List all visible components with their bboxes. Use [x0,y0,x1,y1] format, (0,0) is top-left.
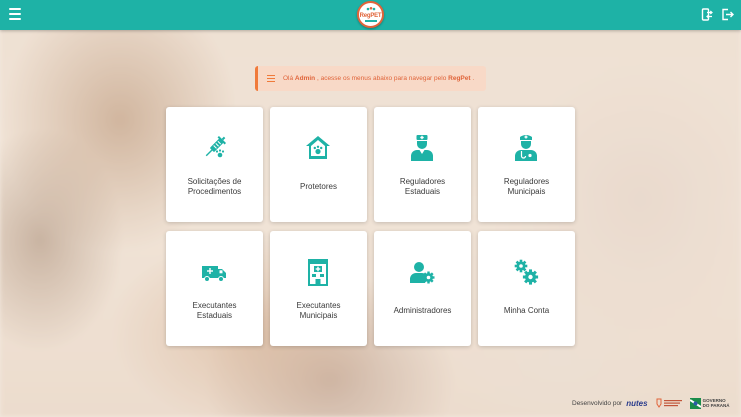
card-label: Protetores [300,182,337,191]
card-label: Reguladores Estaduais [399,177,446,196]
card-label: Executantes Municipais [296,301,341,320]
user-gear-icon [407,257,437,287]
user-name: Admin [294,75,316,82]
parana-flag-icon [689,397,701,409]
clinic-building-icon [303,257,333,287]
card-solicitacoes[interactable]: Solicitações de Procedimentos [166,107,263,222]
logout-icon[interactable] [721,8,734,21]
top-bar: RegPET [0,0,741,30]
pet-house-icon [303,133,333,163]
hamburger-icon[interactable] [9,8,21,20]
card-executantes-municipais[interactable]: Executantes Municipais [270,231,367,346]
card-label: Executantes Estaduais [192,301,237,320]
card-executantes-estaduais[interactable]: Executantes Estaduais [166,231,263,346]
background-veil [0,0,741,417]
card-label: Solicitações de Procedimentos [187,177,242,196]
nutes-logo[interactable]: nutes [626,399,647,408]
card-label: Minha Conta [503,306,550,315]
card-minha-conta[interactable]: Minha Conta [478,231,575,346]
regpet-logo[interactable]: RegPET [357,1,384,28]
app-name: RegPet [448,75,471,82]
list-icon [267,75,275,82]
logo-underline [364,20,377,22]
doctor-icon [407,133,437,163]
developed-by-label: Desenvolvido por [572,399,623,407]
card-reguladores-estaduais[interactable]: Reguladores Estaduais [374,107,471,222]
ambulance-icon [199,257,229,287]
card-label: Administradores [393,306,452,315]
gears-icon [511,257,541,287]
swap-profile-icon[interactable] [701,8,714,21]
card-administradores[interactable]: Administradores [374,231,471,346]
governo-parana-logo[interactable]: GOVERNO DO PARANÁ [689,397,730,409]
welcome-message: Olá Admin , acesse os menus abaixo para … [283,75,475,82]
card-label: Reguladores Municipais [503,177,550,196]
card-protetores[interactable]: Protetores [270,107,367,222]
syringe-paw-icon [199,133,229,163]
card-reguladores-municipais[interactable]: Reguladores Municipais [478,107,575,222]
secretaria-logo[interactable] [654,398,684,408]
welcome-alert: Olá Admin , acesse os menus abaixo para … [255,66,486,91]
doctor-stethoscope-icon [511,133,541,163]
footer: Desenvolvido por nutes GOVERNO DO PARANÁ [572,396,730,410]
logo-text: RegPET [359,13,382,19]
